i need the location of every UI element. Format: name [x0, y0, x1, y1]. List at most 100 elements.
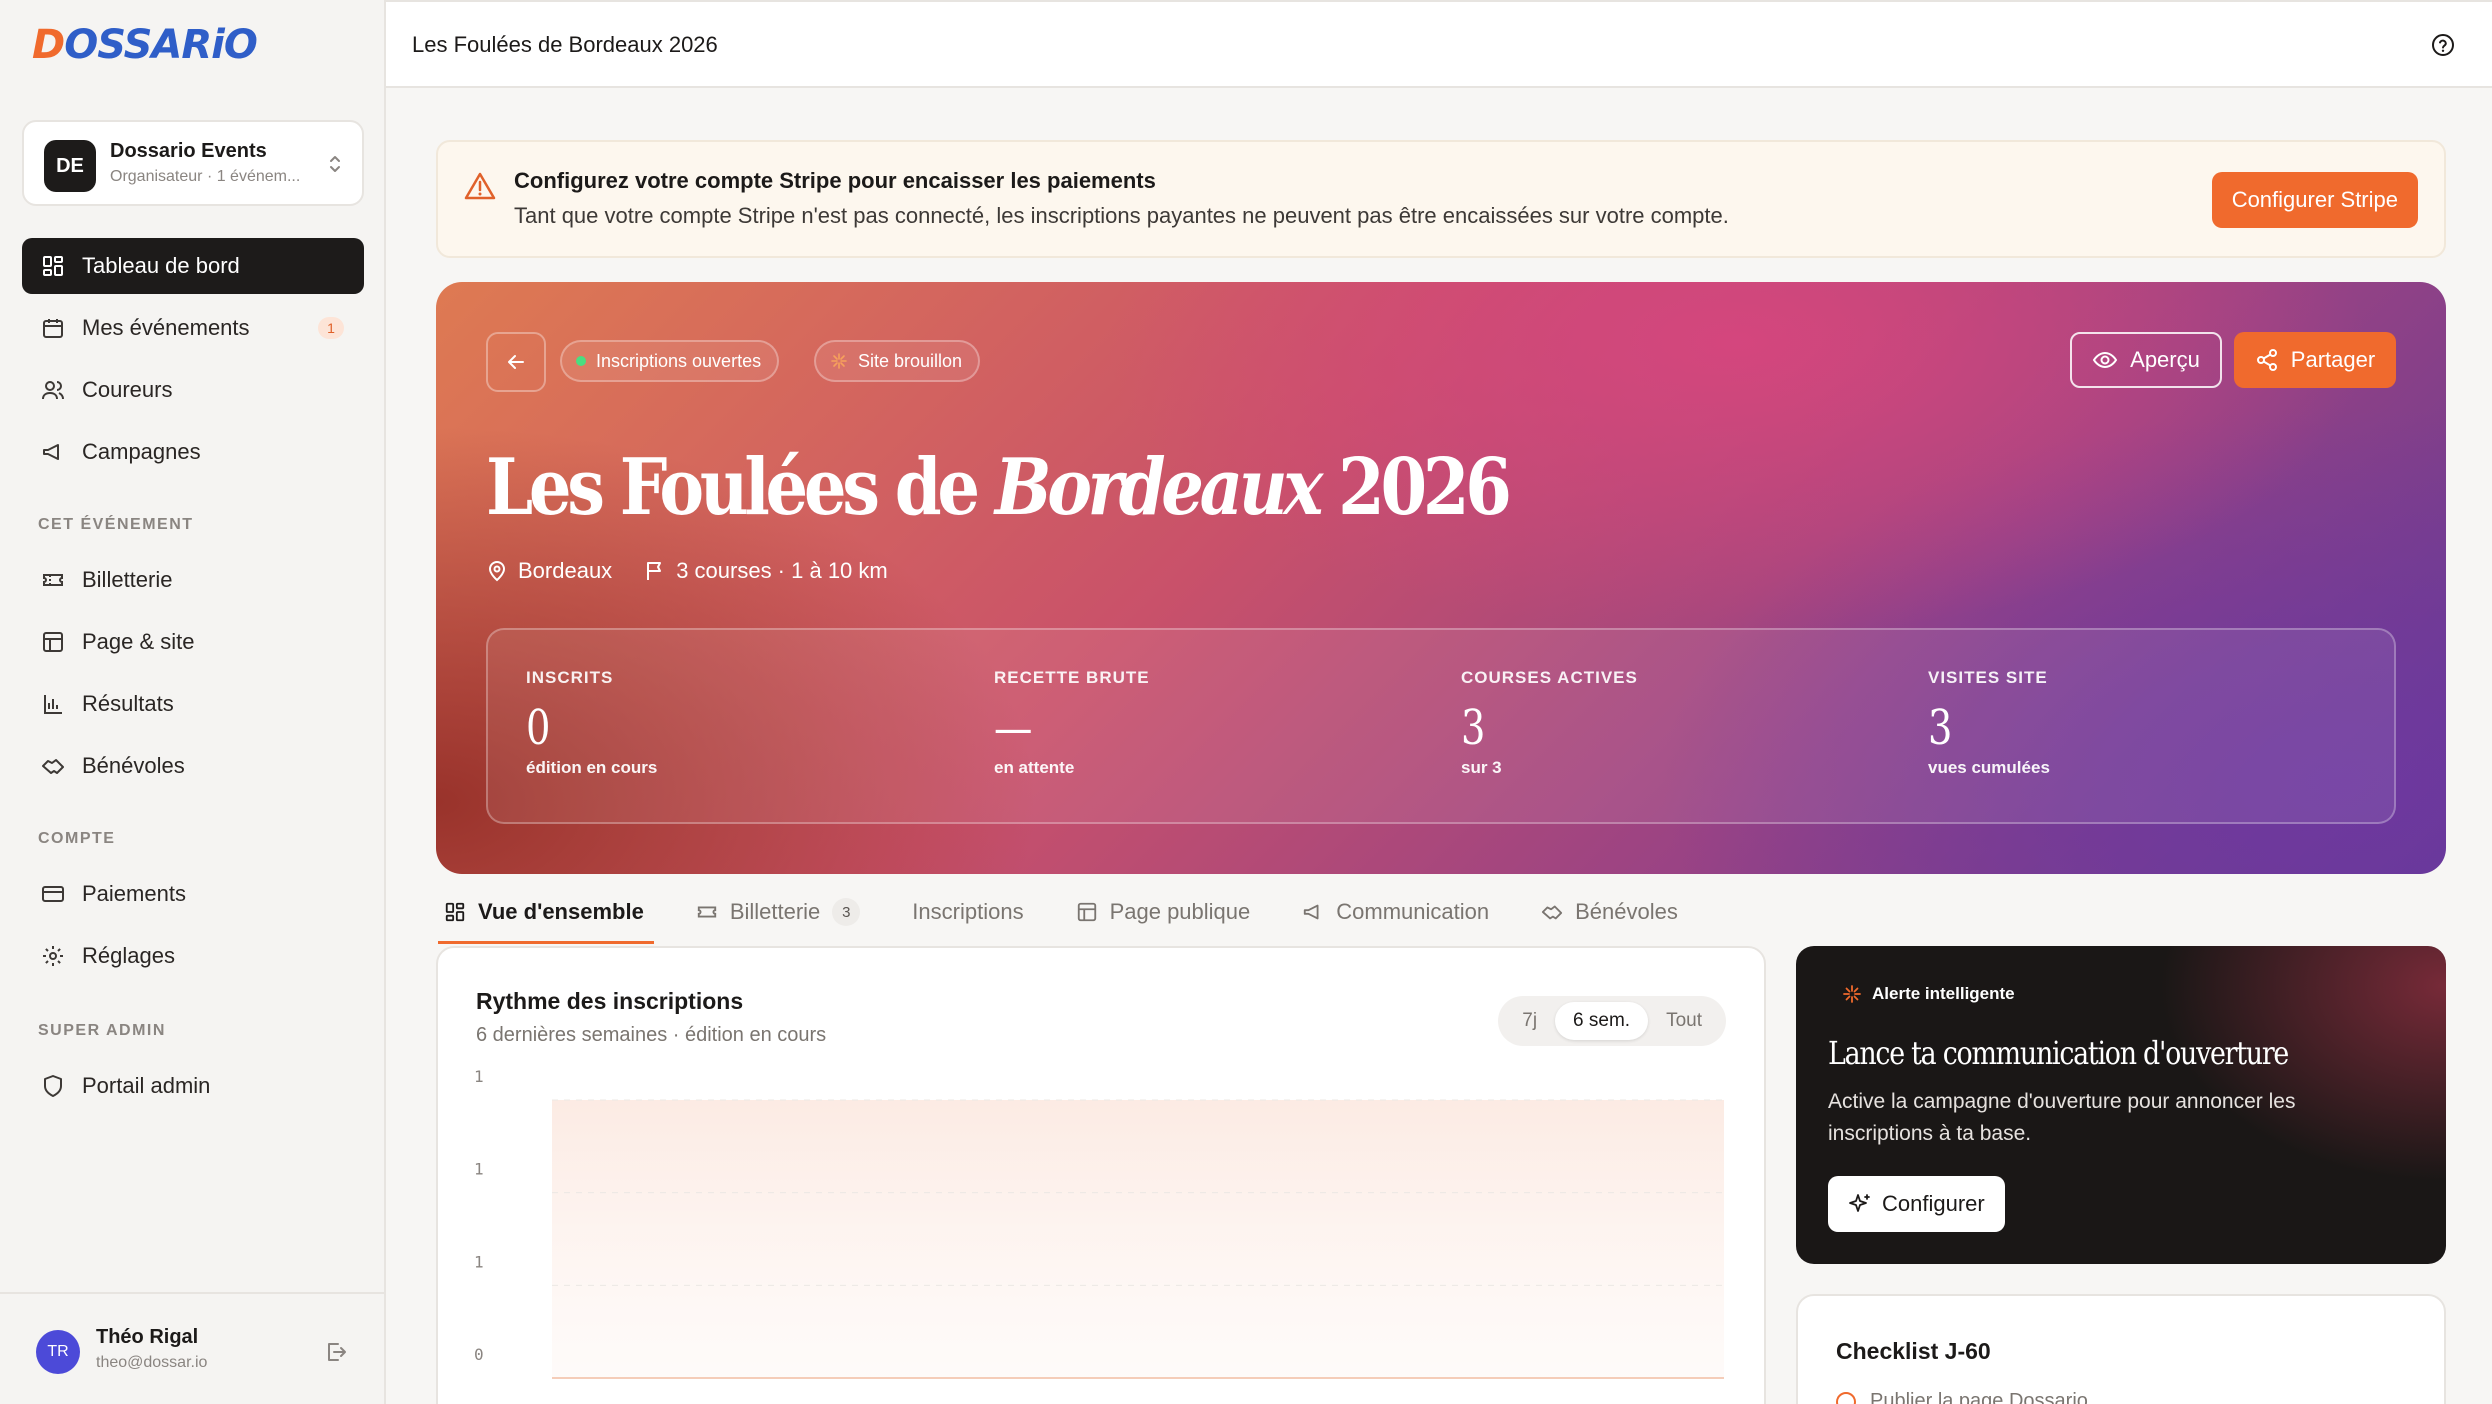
stat-active-courses: COURSES ACTIVES 3 sur 3 — [1461, 668, 1638, 778]
alert-title: Lance ta communication d'ouverture — [1828, 1034, 2289, 1072]
org-switcher[interactable]: DE Dossario Events Organisateur · 1 évén… — [22, 120, 364, 206]
range-option-6w[interactable]: 6 sem. — [1555, 1002, 1649, 1040]
sidebar-item-payments[interactable]: Paiements — [22, 866, 364, 922]
event-title-part: 2026 — [1319, 442, 1512, 533]
stat-label: VISITES SITE — [1928, 668, 2048, 687]
configure-campaign-button[interactable]: Configurer — [1828, 1176, 2005, 1232]
alert-text: Active la campagne d'ouverture pour anno… — [1828, 1090, 2296, 1145]
preview-label: Aperçu — [2130, 347, 2200, 372]
stat-label: INSCRITS — [526, 668, 614, 687]
tab-communication[interactable]: Communication — [1302, 880, 1489, 944]
configure-label: Configurer — [1882, 1191, 1985, 1216]
event-stats: INSCRITS 0 édition en cours RECETTE BRUT… — [486, 628, 2396, 824]
sidebar-item-label: Résultats — [82, 691, 174, 716]
handshake-icon — [40, 753, 66, 779]
eye-icon — [2092, 351, 2118, 369]
sidebar-item-ticketing[interactable]: Billetterie — [22, 552, 364, 608]
stat-value: — — [994, 700, 1033, 756]
sidebar-item-label: Coureurs — [82, 377, 173, 402]
range-option-all[interactable]: Tout — [1648, 1002, 1720, 1040]
event-title-part: Les Foulées de — [486, 442, 995, 533]
chart-title: Rythme des inscriptions — [476, 988, 744, 1014]
tab-label: Inscriptions — [912, 899, 1024, 924]
sidebar-item-label: Portail admin — [82, 1073, 211, 1098]
y-tick-label: 1 — [474, 1160, 484, 1179]
sidebar-item-results[interactable]: Résultats — [22, 676, 364, 732]
circle-icon — [1836, 1391, 1856, 1404]
back-button[interactable] — [486, 332, 546, 392]
stat-sub: vues cumulées — [1928, 758, 2050, 777]
sparkle-icon — [1843, 985, 1861, 1003]
dashboard-icon — [445, 902, 465, 922]
shield-icon — [40, 1073, 66, 1099]
page-title: Les Foulées de Bordeaux 2026 — [412, 32, 718, 57]
sidebar-item-label: Mes événements — [82, 315, 250, 340]
help-icon[interactable] — [2430, 32, 2456, 58]
sidebar-item-label: Réglages — [82, 943, 175, 968]
tab-label: Bénévoles — [1575, 899, 1678, 924]
sidebar-item-admin-portal[interactable]: Portail admin — [22, 1058, 364, 1114]
status-badge-label: Site brouillon — [858, 350, 963, 371]
chart-subtitle: 6 dernières semaines · édition en cours — [476, 1024, 827, 1046]
checklist-item-label: Publier la page Dossario — [1870, 1390, 2088, 1404]
sparkles-icon — [1849, 1194, 1870, 1212]
stripe-banner: Configurez votre compte Stripe pour enca… — [436, 140, 2446, 258]
alert-tag: Alerte intelligente — [1842, 984, 2015, 1004]
tab-registrations[interactable]: Inscriptions — [912, 880, 1023, 944]
status-badge-label: Inscriptions ouvertes — [596, 350, 762, 371]
sidebar-item-label: Campagnes — [82, 439, 201, 464]
stat-value: 3 — [1461, 700, 1486, 756]
sidebar-item-label: Page & site — [82, 629, 195, 654]
sidebar-item-campaigns[interactable]: Campagnes — [22, 424, 364, 480]
range-option-7d[interactable]: 7j — [1504, 1002, 1555, 1040]
ticket-icon — [40, 567, 66, 593]
stat-registrations: INSCRITS 0 édition en cours — [526, 668, 657, 778]
credit-card-icon — [40, 881, 66, 907]
event-meta: Bordeaux 3 courses · 1 à 10 km — [486, 558, 920, 584]
org-subtitle: Organisateur · 1 événem... — [110, 168, 301, 185]
events-count-badge: 1 — [318, 317, 344, 339]
banner-title: Configurez votre compte Stripe pour enca… — [514, 168, 1156, 193]
y-tick-label: 1 — [474, 1252, 484, 1271]
stat-label: COURSES ACTIVES — [1461, 668, 1638, 687]
stat-value: 3 — [1928, 700, 1953, 756]
sidebar-item-label: Paiements — [82, 881, 186, 906]
topbar: Les Foulées de Bordeaux 2026 — [386, 0, 2492, 88]
megaphone-icon — [1304, 904, 1319, 920]
stat-sub: en attente — [994, 758, 1075, 777]
gear-icon — [40, 943, 66, 969]
preview-button[interactable]: Aperçu — [2070, 332, 2222, 388]
status-badge-registrations: Inscriptions ouvertes — [560, 340, 780, 382]
tab-label: Communication — [1336, 899, 1490, 924]
org-avatar: DE — [44, 140, 96, 192]
sidebar-item-runners[interactable]: Coureurs — [22, 362, 364, 418]
tab-overview[interactable]: Vue d'ensemble — [438, 880, 654, 944]
org-name: Dossario Events — [110, 140, 267, 162]
sidebar-item-label: Bénévoles — [82, 753, 185, 778]
sidebar-item-dashboard[interactable]: Tableau de bord — [22, 238, 364, 294]
y-tick-label: 0 — [474, 1345, 484, 1364]
sidebar-item-page-site[interactable]: Page & site — [22, 614, 364, 670]
stat-label: RECETTE BRUTE — [994, 668, 1150, 687]
tab-ticketing[interactable]: Billetterie 3 — [696, 880, 861, 944]
sidebar-item-volunteers[interactable]: Bénévoles — [22, 738, 364, 794]
warning-icon — [464, 170, 496, 202]
share-label: Partager — [2290, 347, 2376, 372]
layout-icon — [1077, 902, 1096, 922]
avatar[interactable]: TR — [36, 1330, 80, 1374]
configure-stripe-button[interactable]: Configurer Stripe — [2211, 172, 2418, 228]
tab-public-page[interactable]: Page publique — [1076, 880, 1250, 944]
stat-sub: édition en cours — [526, 758, 658, 777]
sidebar-item-events[interactable]: Mes événements 1 — [22, 300, 364, 356]
sidebar-item-settings[interactable]: Réglages — [22, 928, 364, 984]
share-button[interactable]: Partager — [2234, 332, 2396, 388]
checklist-item[interactable]: Publier la page Dossario — [1836, 1390, 2088, 1404]
logout-icon[interactable] — [324, 1340, 348, 1364]
layout-icon — [40, 629, 66, 655]
arrow-left-icon — [508, 355, 524, 369]
dossario-logo[interactable]: DOSSARiO — [32, 22, 258, 68]
range-selector[interactable]: 7j 6 sem. Tout — [1498, 996, 1726, 1046]
chart-plot-area — [552, 1100, 1724, 1378]
tab-volunteers[interactable]: Bénévoles — [1541, 880, 1678, 944]
ticket-icon — [697, 906, 716, 918]
